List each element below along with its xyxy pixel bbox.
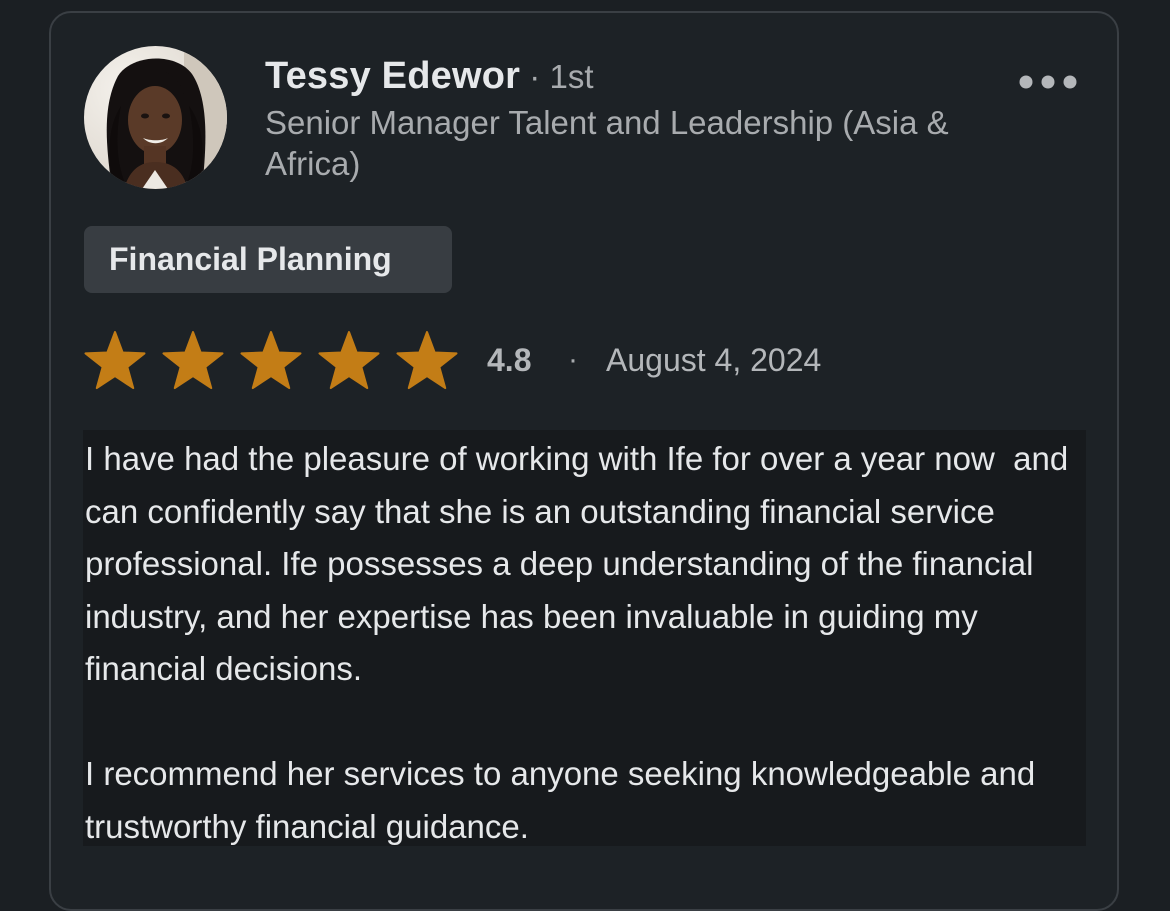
star-icon bbox=[396, 331, 458, 390]
reviewer-name[interactable]: Tessy Edewor bbox=[265, 55, 520, 97]
rating-separator: · bbox=[568, 343, 578, 376]
review-date: August 4, 2024 bbox=[606, 342, 822, 378]
star-icon bbox=[318, 331, 380, 390]
review-paragraph: I recommend her services to anyone seeki… bbox=[85, 755, 1045, 845]
service-tag: Financial Planning bbox=[84, 226, 452, 293]
rating-value: 4.8 bbox=[487, 342, 532, 378]
star-icon bbox=[240, 331, 302, 390]
rating-row: 4.8 · August 4, 2024 bbox=[84, 328, 984, 394]
star-icon bbox=[84, 331, 146, 390]
avatar-photo bbox=[84, 46, 227, 189]
connection-degree: · 1st bbox=[520, 58, 594, 95]
more-options-button[interactable] bbox=[1013, 66, 1083, 98]
reviewer-name-line: Tessy Edewor · 1st bbox=[265, 52, 594, 108]
review-paragraph: I have had the pleasure of working with … bbox=[85, 440, 1078, 687]
review-text: I have had the pleasure of working with … bbox=[83, 430, 1086, 846]
reviewer-headline: Senior Manager Talent and Leadership (As… bbox=[265, 104, 949, 182]
more-horizontal-icon bbox=[1019, 75, 1077, 89]
avatar[interactable] bbox=[84, 46, 227, 189]
star-icon bbox=[162, 331, 224, 390]
